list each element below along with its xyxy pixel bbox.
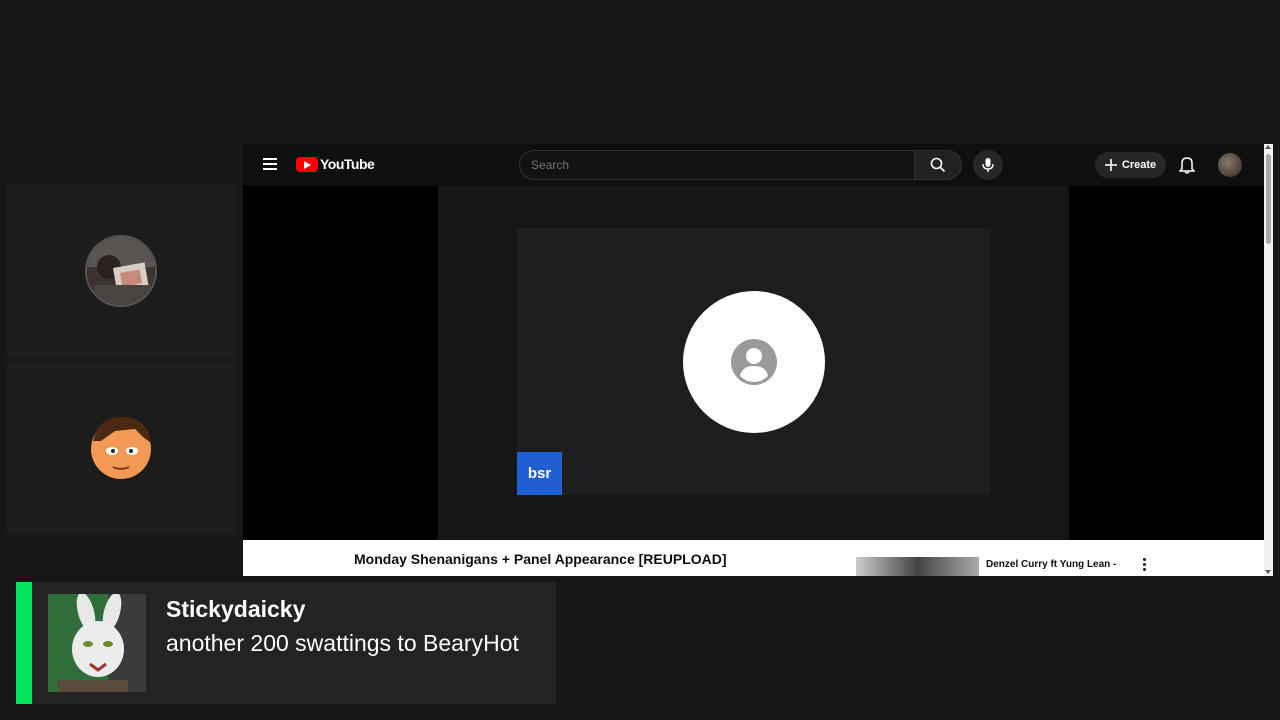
youtube-logo-text: YouTube: [320, 156, 375, 172]
participant-badge: bsr: [517, 452, 562, 495]
letterbox-right: [1069, 186, 1264, 540]
participant-tile-2[interactable]: [6, 362, 237, 534]
chat-alert: Stickydaicky another 200 swattings to Be…: [16, 582, 556, 704]
create-button[interactable]: Create: [1095, 152, 1166, 178]
letterbox-left: [243, 186, 438, 540]
video-details: Monday Shenanigans + Panel Appearance [R…: [243, 540, 1264, 576]
more-options-icon[interactable]: [1143, 558, 1146, 573]
participant-tile-1[interactable]: [6, 184, 237, 358]
scroll-down-arrow-icon[interactable]: [1265, 570, 1271, 574]
menu-icon[interactable]: [263, 158, 277, 170]
video-player[interactable]: bsr: [243, 186, 1264, 540]
video-title: Monday Shenanigans + Panel Appearance [R…: [354, 551, 727, 567]
video-frame: bsr: [438, 186, 1069, 540]
participant-avatar-1: [85, 235, 157, 307]
create-label: Create: [1121, 159, 1157, 171]
alert-avatar: [48, 594, 146, 692]
stream-overlay: YouTube Create: [0, 0, 1280, 720]
youtube-logo[interactable]: YouTube: [296, 156, 375, 172]
scrollbar[interactable]: [1264, 144, 1273, 576]
youtube-window: YouTube Create: [243, 144, 1273, 576]
search-icon: [930, 157, 946, 173]
participant-avatar-2: [85, 411, 157, 483]
recommended-title[interactable]: Denzel Curry ft Yung Lean -: [986, 559, 1116, 570]
plus-icon: [1104, 159, 1117, 171]
bell-icon: [1178, 157, 1196, 174]
scroll-up-arrow-icon[interactable]: [1265, 145, 1271, 149]
voice-search-button[interactable]: [973, 150, 1003, 180]
default-avatar: [683, 291, 825, 433]
alert-accent-bar: [16, 582, 32, 704]
alert-message: another 200 swattings to BearyHot: [166, 630, 519, 656]
account-avatar[interactable]: [1218, 153, 1242, 177]
scroll-thumb[interactable]: [1266, 154, 1271, 244]
youtube-header: YouTube Create: [243, 144, 1264, 186]
alert-username: Stickydaicky: [166, 596, 306, 622]
youtube-play-icon: [296, 156, 318, 172]
microphone-icon: [982, 158, 994, 172]
notifications-button[interactable]: [1178, 156, 1196, 179]
person-icon: [731, 339, 777, 385]
call-participant-panel: bsr: [517, 228, 991, 495]
search-button[interactable]: [914, 150, 962, 180]
search-input[interactable]: [519, 150, 915, 180]
recommended-thumbnail[interactable]: [856, 557, 979, 576]
